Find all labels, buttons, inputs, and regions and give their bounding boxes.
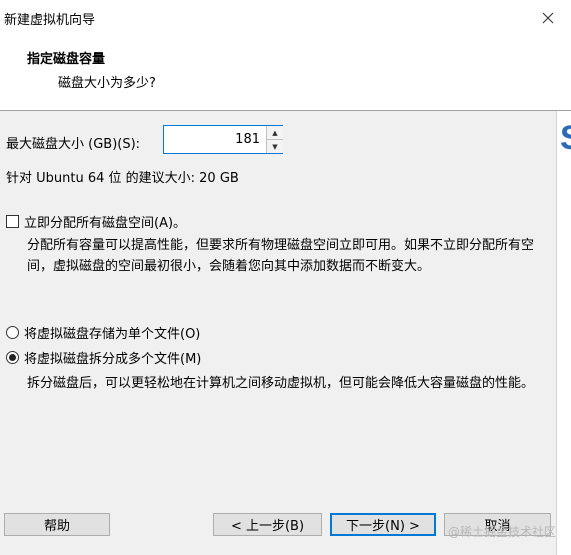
spin-up-button[interactable]: ▲ (267, 126, 283, 140)
allocate-now-option[interactable]: 立即分配所有磁盘空间(A)。 (6, 212, 186, 231)
multiple-files-option[interactable]: 将虚拟磁盘拆分成多个文件(M) (6, 348, 201, 367)
allocate-now-checkbox[interactable] (6, 215, 19, 228)
multiple-files-label: 将虚拟磁盘拆分成多个文件(M) (24, 352, 202, 367)
page-subtitle: 磁盘大小为多少? (58, 76, 156, 91)
allocate-now-description: 分配所有容量可以提高性能，但要求所有物理磁盘空间立即可用。如果不立即分配所有空间… (27, 238, 535, 274)
arrow-down-icon: ▼ (272, 142, 278, 151)
background-logo-glyph: S (560, 119, 571, 158)
spin-down-button[interactable]: ▼ (267, 140, 283, 153)
watermark: @稀土掘金技术社区 (448, 525, 557, 539)
allocate-now-label: 立即分配所有磁盘空间(A)。 (24, 216, 187, 231)
disk-size-label: 最大磁盘大小 (GB)(S): (6, 137, 141, 152)
single-file-option[interactable]: 将虚拟磁盘存储为单个文件(O) (6, 323, 200, 342)
arrow-up-icon: ▲ (272, 128, 278, 137)
page-title: 指定磁盘容量 (27, 52, 106, 67)
background-window-edge: S (556, 111, 571, 555)
help-button[interactable]: 帮助 (4, 513, 110, 536)
spin-buttons: ▲ ▼ (266, 126, 283, 153)
wizard-header: 指定磁盘容量 磁盘大小为多少? (0, 36, 571, 111)
close-icon (542, 12, 554, 24)
disk-size-input[interactable] (164, 126, 264, 153)
single-file-radio[interactable] (6, 326, 19, 339)
recommended-size-text: 针对 Ubuntu 64 位 的建议大小: 20 GB (6, 171, 239, 186)
multiple-files-radio[interactable] (6, 351, 19, 364)
close-button[interactable] (525, 0, 571, 36)
split-description: 拆分磁盘后，可以更轻松地在计算机之间移动虚拟机，但可能会降低大容量磁盘的性能。 (27, 376, 535, 391)
window-title: 新建虚拟机向导 (4, 13, 96, 28)
back-button[interactable]: < 上一步(B) (213, 513, 322, 536)
disk-size-stepper[interactable]: ▲ ▼ (163, 125, 283, 154)
single-file-label: 将虚拟磁盘存储为单个文件(O) (24, 327, 201, 342)
wizard-content: 最大磁盘大小 (GB)(S): ▲ ▼ 针对 Ubuntu 64 位 的建议大小… (0, 111, 556, 555)
title-bar: 新建虚拟机向导 (0, 0, 571, 36)
next-button[interactable]: 下一步(N) > (330, 513, 436, 536)
